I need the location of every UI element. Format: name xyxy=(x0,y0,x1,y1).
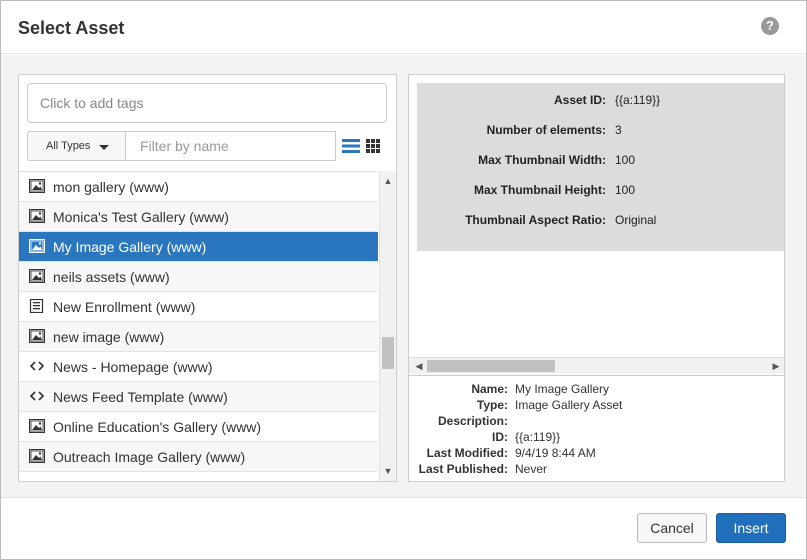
image-icon xyxy=(28,238,46,254)
detail-row: Name: My Image Gallery xyxy=(409,382,784,398)
preview-property-label: Asset ID: xyxy=(553,93,606,107)
preview-property-value: 100 xyxy=(615,153,636,167)
detail-value: Image Gallery Asset xyxy=(515,398,623,412)
preview-property-row: Asset ID: {{a:119}} xyxy=(417,93,784,113)
dialog-footer: Cancel Insert xyxy=(1,497,806,559)
asset-list-item[interactable]: new image (www) xyxy=(19,322,378,352)
asset-list-item-label: My Image Gallery (www) xyxy=(53,239,207,255)
filter-row: All Types Filter by name xyxy=(27,131,389,161)
insert-button[interactable]: Insert xyxy=(716,513,786,543)
select-asset-dialog: Select Asset ? Click to add tags All Typ… xyxy=(0,0,807,560)
detail-row: Last Published: Never xyxy=(409,462,784,478)
cancel-button[interactable]: Cancel xyxy=(637,513,707,543)
code-icon xyxy=(29,359,45,373)
asset-preview: Asset ID: {{a:119}} Number of elements: 3 Ma… xyxy=(409,75,784,375)
dialog-header: Select Asset ? xyxy=(1,1,806,54)
asset-browser: Click to add tags All Types Filter by na… xyxy=(18,74,397,482)
type-filter-label: All Types xyxy=(46,140,91,152)
asset-list-item[interactable]: mon gallery (www) xyxy=(19,172,378,202)
asset-list-item-label: News Feed Template (www) xyxy=(53,389,228,405)
dialog-body: Click to add tags All Types Filter by na… xyxy=(1,55,806,497)
preview-property-row: Number of elements: 3 xyxy=(417,123,784,143)
preview-property-label: Thumbnail Aspect Ratio: xyxy=(465,213,606,227)
detail-value: 9/4/19 8:44 AM xyxy=(515,446,596,460)
scrollbar-thumb[interactable] xyxy=(382,337,394,369)
dialog-title: Select Asset xyxy=(18,18,125,38)
asset-list-item[interactable]: New Enrollment (www) xyxy=(19,292,378,322)
help-icon[interactable]: ? xyxy=(761,17,779,35)
asset-list-item-label: mon gallery (www) xyxy=(53,179,169,195)
detail-row: Last Modified: 9/4/19 8:44 AM xyxy=(409,446,784,462)
detail-label: Name: xyxy=(471,382,508,396)
detail-value: Never xyxy=(515,462,548,476)
image-icon xyxy=(28,208,46,224)
asset-list-item-label: new image (www) xyxy=(53,329,165,345)
asset-list-item[interactable]: Outreach Image Gallery (www) xyxy=(19,442,378,472)
name-filter-input[interactable]: Filter by name xyxy=(126,131,336,161)
preview-property-row: Thumbnail Aspect Ratio: Original xyxy=(417,213,784,233)
preview-property-label: Max Thumbnail Width: xyxy=(478,153,606,167)
image-icon xyxy=(28,178,46,194)
image-icon xyxy=(28,328,46,344)
asset-list-item-label: Online Education's Gallery (www) xyxy=(53,419,262,435)
form-icon xyxy=(29,298,45,314)
preview-property-label: Max Thumbnail Height: xyxy=(474,183,606,197)
detail-label: Description: xyxy=(437,414,508,428)
preview-property-row: Max Thumbnail Height: 100 xyxy=(417,183,784,203)
preview-property-value: 3 xyxy=(615,123,622,137)
scroll-left-icon[interactable]: ◀ xyxy=(411,358,427,374)
asset-list-scrollbar[interactable]: ▲ ▼ xyxy=(379,171,396,481)
asset-list-item-label: Monica's Test Gallery (www) xyxy=(53,209,229,225)
asset-list-item[interactable]: News Feed Template (www) xyxy=(19,382,378,412)
asset-list-item-label: News - Homepage (www) xyxy=(53,359,213,375)
scroll-right-icon[interactable]: ▶ xyxy=(768,358,784,374)
detail-label: Last Published: xyxy=(418,462,508,476)
preview-properties: Asset ID: {{a:119}} Number of elements: 3 Ma… xyxy=(417,83,784,251)
asset-list: mon gallery (www) Monica's Test Gallery (… xyxy=(19,171,378,481)
grid-view-icon[interactable] xyxy=(366,139,380,153)
asset-list-item-label: neils assets (www) xyxy=(53,269,170,285)
asset-details: Name: My Image Gallery Type: Image Gallery … xyxy=(409,375,784,481)
detail-value: {{a:119}} xyxy=(515,430,561,444)
detail-label: ID: xyxy=(492,430,508,444)
detail-label: Type: xyxy=(476,398,508,412)
image-icon xyxy=(28,268,46,284)
detail-row: ID: {{a:119}} xyxy=(409,430,784,446)
preview-property-label: Number of elements: xyxy=(486,123,606,137)
asset-list-item[interactable]: Online Education's Gallery (www) xyxy=(19,412,378,442)
asset-list-item[interactable]: Monica's Test Gallery (www) xyxy=(19,202,378,232)
code-icon xyxy=(29,389,45,403)
asset-list-item[interactable]: My Image Gallery (www) xyxy=(19,232,378,262)
tags-input[interactable]: Click to add tags xyxy=(27,83,387,123)
scrollbar-thumb[interactable] xyxy=(427,360,555,372)
scroll-down-icon[interactable]: ▼ xyxy=(380,463,396,479)
asset-list-item-label: New Enrollment (www) xyxy=(53,299,196,315)
asset-info-pane: Asset ID: {{a:119}} Number of elements: 3 Ma… xyxy=(408,74,785,482)
detail-label: Last Modified: xyxy=(426,446,508,460)
caret-down-icon xyxy=(99,145,109,150)
preview-property-value: Original xyxy=(615,213,657,227)
preview-property-row: Max Thumbnail Width: 100 xyxy=(417,153,784,173)
preview-property-value: 100 xyxy=(615,183,636,197)
detail-row: Type: Image Gallery Asset xyxy=(409,398,784,414)
detail-row: Description: xyxy=(409,414,784,430)
type-filter-dropdown[interactable]: All Types xyxy=(27,131,126,161)
list-view-icon[interactable] xyxy=(342,139,360,153)
asset-list-item[interactable]: News - Homepage (www) xyxy=(19,352,378,382)
asset-list-item-label: Outreach Image Gallery (www) xyxy=(53,449,246,465)
preview-property-value: {{a:119}} xyxy=(615,93,661,107)
scroll-up-icon[interactable]: ▲ xyxy=(380,173,396,189)
image-icon xyxy=(28,418,46,434)
asset-list-item[interactable]: neils assets (www) xyxy=(19,262,378,292)
detail-value: My Image Gallery xyxy=(515,382,610,396)
preview-scrollbar[interactable]: ◀ ▶ xyxy=(409,357,784,374)
image-icon xyxy=(28,448,46,464)
